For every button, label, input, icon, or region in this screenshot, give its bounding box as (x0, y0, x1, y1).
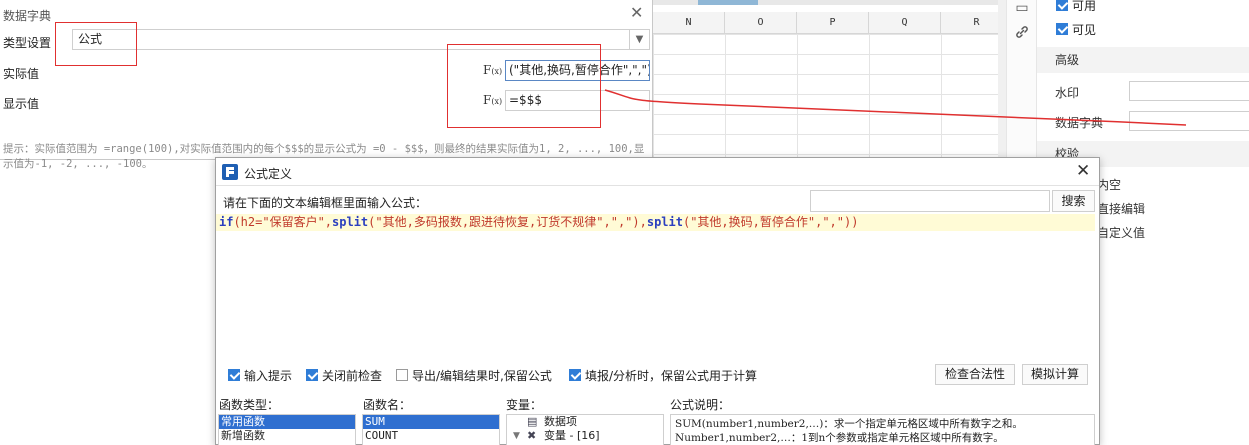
export-keep-formula-label: 导出/编辑结果时,保留公式 (412, 368, 552, 383)
data-item-icon: ▤ (527, 415, 538, 428)
dialog-titlebar[interactable]: 公式定义 ✕ (216, 158, 1099, 186)
check-validity-button[interactable]: 检查合法性 (935, 364, 1015, 385)
sheet-scrollbar[interactable] (998, 0, 1006, 160)
function-type-label: 函数类型： (219, 398, 280, 412)
column-header[interactable]: Q (869, 12, 941, 34)
annotation-box (447, 44, 601, 128)
checkbox-checked[interactable] (569, 369, 581, 381)
description-line: SUM(number1,number2,…)：求一个指定单元格区域中所有数字之和… (675, 418, 1023, 430)
function-name-list[interactable]: SUM COUNT (362, 414, 500, 445)
formula-keyword: split (332, 215, 369, 229)
checkbox-checked[interactable] (228, 369, 240, 381)
watermark-label: 水印 (1055, 86, 1080, 100)
visible-label: 可见 (1072, 22, 1097, 37)
annotation-box (55, 22, 137, 66)
formula-args: (h2="保留客户", (233, 215, 333, 229)
description-line: Number1,number2,…：1到n个参数或指定单元格区域中所有数字。 (675, 432, 1004, 444)
dialog-title: 公式定义 (244, 167, 293, 181)
close-icon[interactable]: ✕ (630, 5, 643, 21)
formula-keyword: split (646, 215, 683, 229)
check-before-close-label: 关闭前检查 (322, 368, 383, 383)
checkbox-unchecked[interactable] (396, 369, 408, 381)
column-header[interactable]: O (725, 12, 797, 34)
function-name-label: 函数名： (363, 398, 412, 412)
export-keep-formula-checkbox-row[interactable]: 导出/编辑结果时,保留公式 (396, 367, 552, 383)
cell-element-icon[interactable]: ▭ (1014, 0, 1030, 16)
formula-line[interactable]: if(h2="保留客户",split("其他,多码报数,跟进待恢复,订货不规律"… (216, 214, 1095, 231)
tree-item[interactable]: ▼ ✖ 变量 - [16] (507, 429, 663, 443)
tree-item-label: 变量 - [16] (544, 429, 600, 442)
list-item[interactable]: SUM (363, 415, 499, 429)
checkbox-checked[interactable] (1056, 0, 1068, 11)
variable-label: 变量： (506, 398, 543, 412)
function-search-input[interactable] (810, 190, 1050, 212)
app-logo-icon (222, 164, 238, 180)
formula-args: ("其他,换码,暂停合作",",")) (682, 215, 859, 229)
fill-keep-formula-checkbox-row[interactable]: 填报/分析时，保留公式用于计算 (569, 367, 757, 383)
variable-icon: ✖ (527, 429, 537, 442)
data-dictionary-label: 数据字典 (1055, 116, 1104, 130)
available-checkbox-row[interactable]: 可用 (1056, 0, 1096, 13)
checkbox-checked[interactable] (1056, 23, 1068, 35)
formula-prompt: 请在下面的文本编辑框里面输入公式： (223, 196, 428, 210)
hyperlink-icon[interactable] (1014, 24, 1030, 40)
formula-definition-dialog: 公式定义 ✕ 请在下面的文本编辑框里面输入公式： 搜索 if(h2="保留客户"… (215, 157, 1100, 445)
simulate-button[interactable]: 模拟计算 (1022, 364, 1088, 385)
formula-args: ("其他,多码报数,跟进待恢复,订货不规律",","), (368, 215, 647, 229)
list-item[interactable]: 新增函数 (219, 429, 355, 443)
spreadsheet-grid[interactable]: N O P Q R (653, 0, 998, 160)
custom-value-label: 自定义值 (1097, 226, 1146, 240)
actual-value-label: 实际值 (3, 67, 40, 81)
dialog-title: 数据字典 (3, 9, 52, 23)
formula-editor[interactable]: if(h2="保留客户",split("其他,多码报数,跟进待恢复,订货不规律"… (216, 214, 1095, 364)
column-header[interactable]: R (941, 12, 998, 34)
check-before-close-checkbox-row[interactable]: 关闭前检查 (306, 367, 382, 383)
column-header-row: N O P Q R (653, 12, 998, 34)
chevron-down-icon[interactable]: ▼ (629, 30, 649, 49)
formula-description: SUM(number1,number2,…)：求一个指定单元格区域中所有数字之和… (670, 414, 1095, 445)
watermark-input[interactable] (1129, 81, 1249, 101)
close-icon[interactable]: ✕ (1076, 162, 1090, 180)
data-dictionary-input[interactable] (1129, 111, 1249, 131)
sheet-tab-accent (698, 0, 758, 5)
list-item[interactable]: COUNT (363, 429, 499, 443)
input-hint-checkbox-row[interactable]: 输入提示 (228, 367, 292, 383)
tree-item-label: 数据项 (544, 415, 577, 428)
direct-edit-label: 直接编辑 (1097, 202, 1146, 216)
type-setting-label: 类型设置 (3, 36, 52, 50)
fill-keep-formula-label: 填报/分析时，保留公式用于计算 (585, 368, 758, 383)
sheet-cells[interactable] (653, 34, 998, 160)
allow-empty-label: 内空 (1097, 178, 1122, 192)
input-hint-label: 输入提示 (244, 368, 293, 383)
expand-toggle-icon[interactable]: ▼ (513, 429, 523, 443)
column-header[interactable]: P (797, 12, 869, 34)
tree-item[interactable]: ▤ 数据项 (507, 415, 663, 429)
variable-tree[interactable]: ▤ 数据项 ▼ ✖ 变量 - [16] (506, 414, 664, 445)
search-button[interactable]: 搜索 (1052, 190, 1095, 212)
visible-checkbox-row[interactable]: 可见 (1056, 21, 1096, 37)
section-advanced[interactable]: 高级 (1037, 47, 1249, 73)
formula-keyword: if (219, 215, 234, 229)
list-item[interactable]: 常用函数 (219, 415, 355, 429)
function-type-list[interactable]: 常用函数 新增函数 (218, 414, 356, 445)
column-header[interactable]: N (653, 12, 725, 34)
formula-description-label: 公式说明： (670, 398, 731, 412)
available-label: 可用 (1072, 0, 1097, 13)
sheet-tab-strip (653, 0, 998, 5)
checkbox-checked[interactable] (306, 369, 318, 381)
display-value-label: 显示值 (3, 97, 40, 111)
